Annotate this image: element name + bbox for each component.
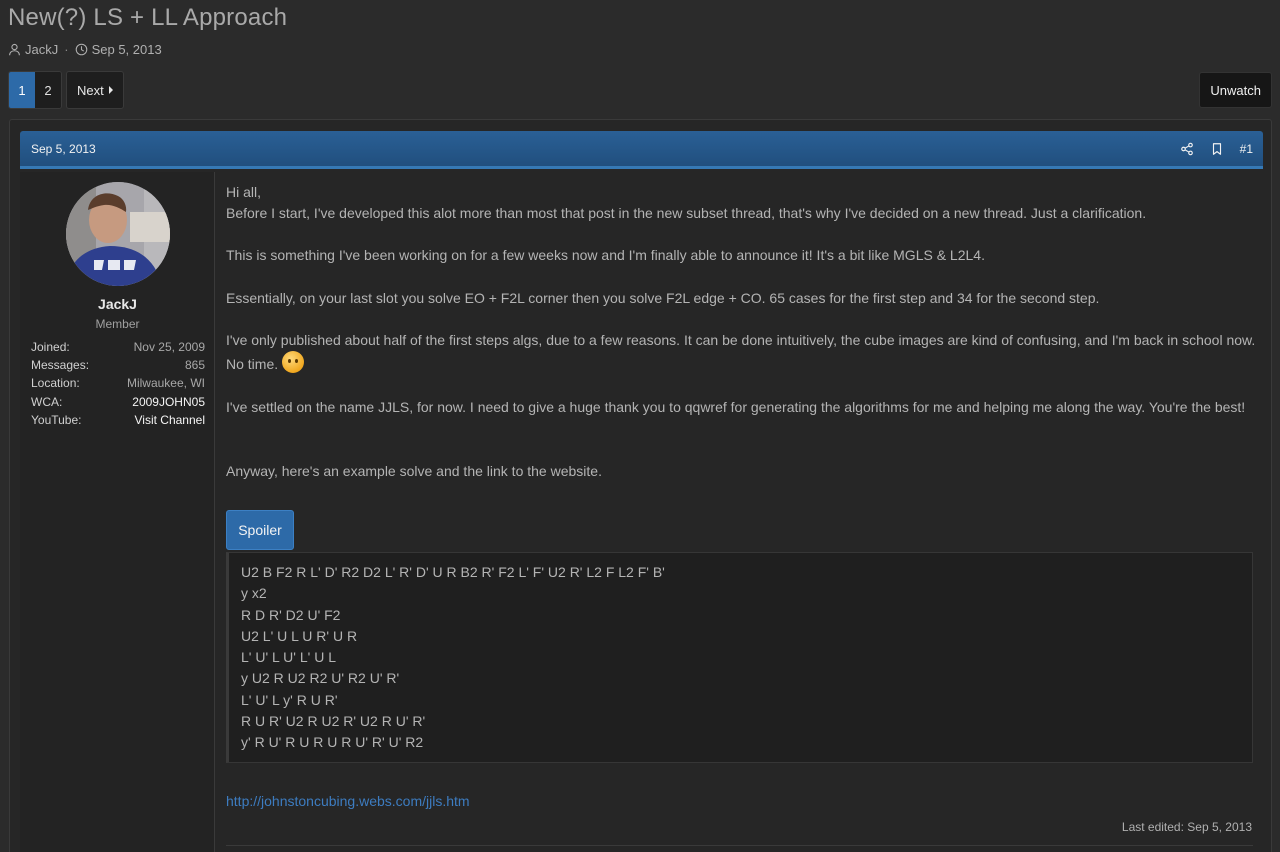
avatar[interactable] [66, 182, 170, 286]
stat-key: WCA: [31, 394, 63, 409]
next-page-button[interactable]: Next [66, 71, 124, 109]
next-label: Next [77, 82, 104, 98]
post-header-actions: #1 [1180, 142, 1253, 156]
page-number-group: 1 2 [8, 71, 62, 109]
thread-meta: JackJ · Sep 5, 2013 [8, 42, 162, 57]
thread-author-link[interactable]: JackJ [25, 42, 58, 57]
last-edited: Last edited: Sep 5, 2013 [1121, 820, 1252, 834]
user-stats: Joined: Nov 25, 2009 Messages: 865 Locat… [31, 338, 205, 429]
user-title: Member [95, 317, 140, 331]
stat-youtube: YouTube: Visit Channel [31, 411, 205, 429]
message-paragraph: Essentially, on your last slot you solve… [226, 290, 1100, 306]
pagination: 1 2 Next [8, 71, 124, 109]
spoiler-line: U2 B F2 R L' D' R2 D2 L' R' D' U R B2 R'… [241, 564, 665, 580]
stat-value: 2009JOHN05 [132, 394, 205, 409]
spoiler-line: y' R U' R U R U R U' R' U' R2 [241, 734, 424, 751]
message-paragraph: Hi all, [226, 184, 262, 200]
message-paragraph: I've settled on the name JJLS, for now. … [226, 399, 1246, 415]
message-text: I've only published about half of the fi… [226, 332, 1256, 372]
thread-date-link[interactable]: Sep 5, 2013 [92, 42, 162, 57]
website-link[interactable]: http://johnstoncubing.webs.com/jjls.htm [226, 793, 470, 809]
post-number-link[interactable]: #1 [1240, 142, 1253, 156]
visit-channel-link[interactable]: Visit Channel [135, 413, 206, 427]
spoiler-line: R D R' D2 U' F2 [241, 606, 341, 623]
spoiler-line: L' U' L U' L' U L [241, 649, 336, 666]
frown-emoji-icon [282, 351, 305, 373]
clock-icon [75, 43, 87, 56]
stat-key: Location: [31, 376, 80, 391]
page-1-button[interactable]: 1 [9, 72, 35, 108]
stat-location: Location: Milwaukee, WI [31, 374, 205, 392]
spoiler-content: U2 B F2 R L' D' R2 D2 L' R' D' U R B2 R'… [226, 552, 1253, 763]
spoiler-line: L' U' L y' R U R' [241, 691, 338, 708]
stat-key: Messages: [31, 358, 90, 373]
message-paragraph: Anyway, here's an example solve and the … [226, 463, 602, 479]
share-icon[interactable] [1180, 142, 1194, 156]
post: Sep 5, 2013 #1 JackJ Member Joined: Nov … [9, 119, 1272, 852]
unwatch-button[interactable]: Unwatch [1199, 72, 1272, 108]
spoiler-line: y x2 [241, 585, 267, 602]
page-2-button[interactable]: 2 [35, 72, 61, 108]
post-header: Sep 5, 2013 #1 [20, 131, 1263, 169]
stat-wca: WCA: 2009JOHN05 [31, 393, 205, 411]
bookmark-icon[interactable] [1210, 142, 1224, 156]
stat-value: 865 [184, 358, 205, 373]
spoiler-line: U2 L' U L U R' U R [241, 627, 358, 644]
username[interactable]: JackJ [20, 296, 215, 312]
user-icon [9, 43, 20, 56]
stat-value: Milwaukee, WI [126, 376, 205, 391]
stat-key: YouTube: [31, 412, 82, 427]
post-divider [226, 845, 1253, 846]
spoiler-line: y U2 R U2 R2 U' R2 U' R' [241, 670, 400, 687]
message-paragraph: Before I start, I've developed this alot… [226, 205, 1147, 221]
user-info-panel: JackJ Member Joined: Nov 25, 2009 Messag… [20, 172, 215, 852]
stat-key: Joined: [31, 340, 70, 355]
message-paragraph: This is something I've been working on f… [226, 247, 985, 263]
stat-value: Nov 25, 2009 [133, 340, 205, 355]
caret-right-icon [108, 86, 113, 94]
post-date-link[interactable]: Sep 5, 2013 [31, 142, 96, 156]
stat-joined: Joined: Nov 25, 2009 [31, 338, 205, 356]
meta-separator: · [64, 42, 69, 57]
spoiler-line: R U R' U2 R U2 R' U2 R U' R' [241, 713, 426, 730]
stat-messages: Messages: 865 [31, 356, 205, 374]
spoiler-button[interactable]: Spoiler [226, 510, 294, 550]
thread-title: New(?) LS + LL Approach [8, 4, 288, 31]
message-paragraph: I've only published about half of the fi… [226, 330, 1256, 375]
avatar-image [66, 182, 170, 286]
